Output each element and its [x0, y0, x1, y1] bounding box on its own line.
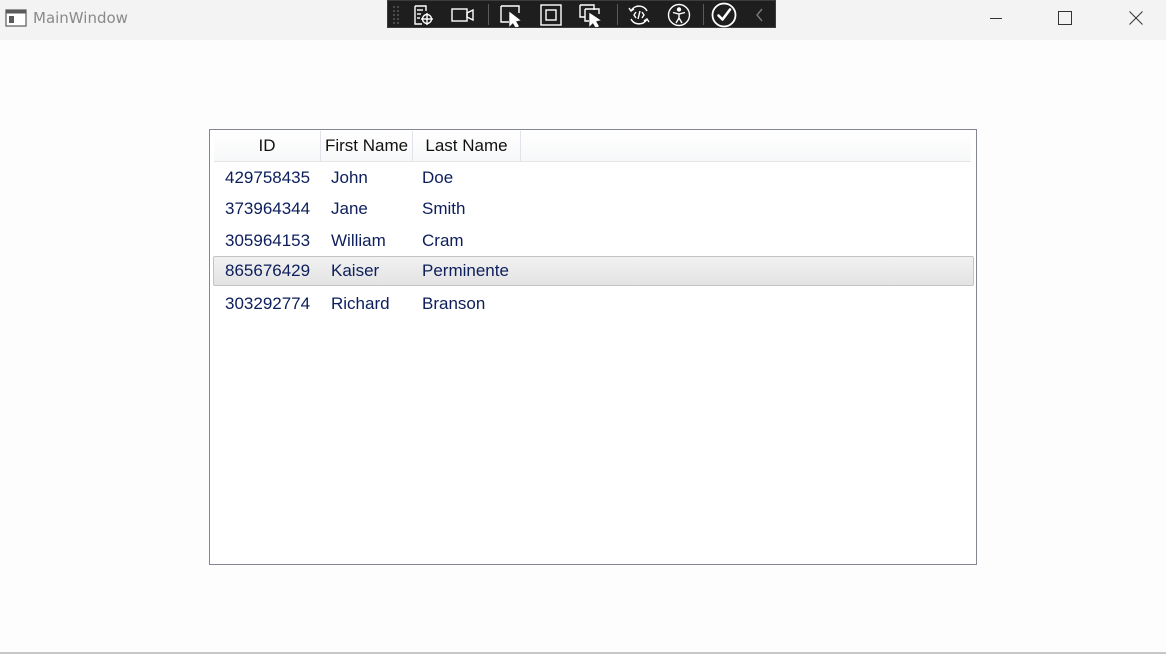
table-row[interactable]: 373964344 Jane Smith — [213, 193, 974, 223]
cell-first-name: Jane — [331, 199, 368, 218]
column-header-last-name[interactable]: Last Name — [413, 131, 521, 161]
column-header-id[interactable]: ID — [214, 131, 321, 161]
track-focus-camera-icon — [451, 7, 474, 22]
minimize-button[interactable] — [973, 0, 1019, 36]
cell-last-name: Smith — [422, 199, 466, 218]
toolbar-separator — [617, 4, 618, 25]
cell-first-name: William — [331, 231, 386, 250]
select-element-button[interactable] — [409, 2, 437, 27]
select-element-icon — [414, 4, 433, 25]
cell-first-name: John — [331, 168, 368, 187]
toolbar-grip-icon[interactable] — [392, 4, 400, 26]
cell-first-name: Richard — [331, 294, 390, 313]
cell-last-name: Perminente — [422, 261, 509, 280]
cell-id: 865676429 — [225, 261, 311, 280]
select-in-live-tree-icon — [579, 3, 601, 27]
cell-first-name: Kaiser — [331, 261, 380, 280]
cell-last-name: Branson — [422, 294, 486, 313]
maximize-button[interactable] — [1042, 0, 1088, 36]
cell-id: 373964344 — [225, 199, 311, 218]
column-header-first-name[interactable]: First Name — [321, 131, 413, 161]
close-icon — [1129, 11, 1143, 25]
collapse-toolbar-button[interactable] — [748, 2, 772, 27]
pointer-select-icon — [500, 4, 521, 27]
debug-toolbar — [387, 0, 776, 28]
cell-last-name: Doe — [422, 168, 454, 187]
checkmark-button[interactable] — [710, 2, 738, 27]
listview-header: ID First Name Last Name — [214, 131, 971, 162]
toolbar-separator — [703, 4, 704, 25]
hot-reload-icon — [628, 4, 650, 25]
toolbar-separator — [488, 4, 489, 25]
table-row[interactable]: 303292774 Richard Branson — [213, 288, 974, 318]
display-layout-adorners-icon — [540, 3, 562, 26]
table-row[interactable]: 429758435 John Doe — [213, 162, 974, 192]
pointer-select-button[interactable] — [497, 2, 525, 27]
app-window-icon — [5, 9, 27, 27]
track-focus-button[interactable] — [449, 2, 477, 27]
table-row-selected[interactable]: 865676429 Kaiser Perminente — [213, 256, 974, 286]
table-row[interactable]: 305964153 William Cram — [213, 225, 974, 255]
checkmark-icon — [711, 2, 737, 27]
accessibility-icon — [667, 3, 691, 26]
select-live-tree-button[interactable] — [577, 2, 605, 27]
cell-id: 303292774 — [225, 294, 311, 313]
cell-id: 429758435 — [225, 168, 311, 187]
cell-last-name: Cram — [422, 231, 464, 250]
minimize-icon — [990, 18, 1002, 19]
accessibility-button[interactable] — [665, 2, 693, 27]
layout-adorners-button[interactable] — [537, 2, 565, 27]
close-button[interactable] — [1113, 0, 1159, 36]
hot-reload-button[interactable] — [625, 2, 653, 27]
window-title: MainWindow — [33, 9, 128, 27]
maximize-icon — [1058, 11, 1072, 25]
collapse-chevron-icon — [756, 8, 763, 21]
cell-id: 305964153 — [225, 231, 311, 250]
people-listview[interactable]: ID First Name Last Name 429758435 John D… — [209, 129, 977, 565]
